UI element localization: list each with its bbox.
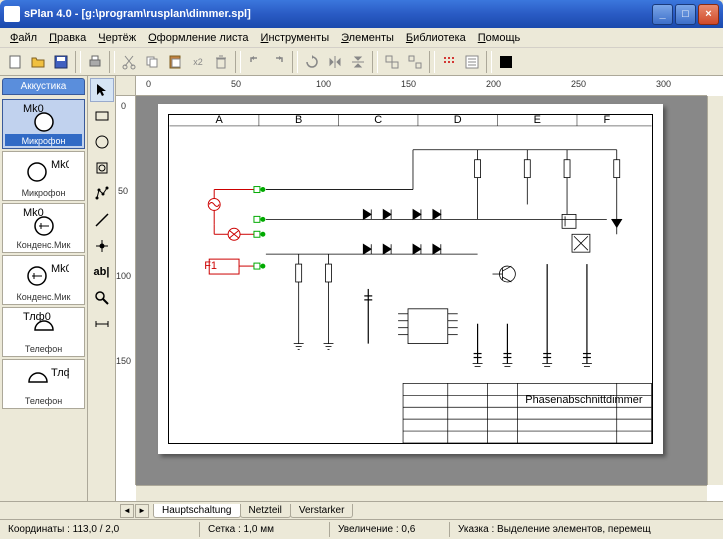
svg-text:A: A (216, 115, 224, 126)
circle-tool[interactable] (90, 130, 114, 154)
menu-elements[interactable]: Элементы (335, 30, 400, 46)
rect-tool[interactable] (90, 104, 114, 128)
save-button[interactable] (50, 51, 72, 73)
tab-next-button[interactable]: ► (135, 504, 149, 518)
status-zoom: Увеличение : 0,6 (330, 522, 450, 537)
canvas-area: 0 50 100 150 200 250 300 0 50 100 150 A B… (116, 76, 723, 501)
polygon-tool[interactable] (90, 182, 114, 206)
statusbar: Координаты : 113,0 / 2,0 Сетка : 1,0 мм … (0, 519, 723, 539)
menu-edit[interactable]: Правка (43, 30, 92, 46)
canvas[interactable]: A B C D E F (136, 96, 707, 485)
library-tab[interactable]: Аккустика (2, 78, 85, 95)
svg-text:F1: F1 (204, 260, 217, 272)
page-tab[interactable]: Netzteil (240, 504, 291, 518)
undo-button[interactable] (244, 51, 266, 73)
mirror-v-button[interactable] (347, 51, 369, 73)
horizontal-scrollbar[interactable] (136, 485, 707, 501)
page-tabs-row: ◄ ► Hauptschaltung Netzteil Verstarker (0, 501, 723, 519)
status-grid: Сетка : 1,0 мм (200, 522, 330, 537)
drawing-page[interactable]: A B C D E F (158, 104, 663, 454)
svg-text:Тлф0: Тлф0 (51, 367, 69, 379)
page-tab[interactable]: Hauptschaltung (153, 504, 241, 518)
snap-button[interactable] (438, 51, 460, 73)
library-panel: Аккустика Mk0 Микрофон Mk0 Микрофон Mk0 … (0, 76, 88, 501)
library-item[interactable]: Mk0 Конденс.Мик (2, 255, 85, 305)
open-button[interactable] (27, 51, 49, 73)
group-button[interactable] (381, 51, 403, 73)
app-icon (4, 6, 20, 22)
titlebar: sPlan 4.0 - [g:\program\rusplan\dimmer.s… (0, 0, 723, 28)
svg-text:Phasenabschnittdimmer: Phasenabschnittdimmer (525, 394, 643, 406)
maximize-button[interactable]: □ (675, 4, 696, 25)
svg-text:E: E (534, 115, 541, 126)
menu-drawing[interactable]: Чертёж (92, 30, 142, 46)
pointer-tool[interactable] (90, 78, 114, 102)
cut-button[interactable] (118, 51, 140, 73)
status-hint: Указка : Выделение элементов, перемещ (450, 522, 723, 537)
delete-button[interactable] (210, 51, 232, 73)
line-tool[interactable] (90, 208, 114, 232)
svg-text:F: F (603, 115, 610, 126)
library-item[interactable]: Тлф0 Телефон (2, 359, 85, 409)
print-button[interactable] (84, 51, 106, 73)
redo-button[interactable] (267, 51, 289, 73)
svg-text:Mk0: Mk0 (51, 159, 69, 171)
rotate-button[interactable] (301, 51, 323, 73)
vertical-scrollbar[interactable] (707, 96, 723, 485)
library-item[interactable]: Mk0 Микрофон (2, 151, 85, 201)
zoom-tool[interactable] (90, 286, 114, 310)
main-toolbar: x2 (0, 48, 723, 76)
tab-prev-button[interactable]: ◄ (120, 504, 134, 518)
mirror-h-button[interactable] (324, 51, 346, 73)
measure-tool[interactable] (90, 312, 114, 336)
props-button[interactable] (461, 51, 483, 73)
svg-text:Mk0: Mk0 (51, 263, 69, 275)
svg-text:D: D (454, 115, 462, 126)
horizontal-ruler: 0 50 100 150 200 250 300 (136, 76, 707, 96)
copy-button[interactable] (141, 51, 163, 73)
menu-library[interactable]: Библиотека (400, 30, 472, 46)
menu-tools[interactable]: Инструменты (255, 30, 336, 46)
library-items: Mk0 Микрофон Mk0 Микрофон Mk0 Конденс.Ми… (0, 97, 87, 501)
node-tool[interactable] (90, 234, 114, 258)
menubar: Файл Правка Чертёж Оформление листа Инст… (0, 28, 723, 48)
duplicate-button[interactable]: x2 (187, 51, 209, 73)
special-tool[interactable] (90, 156, 114, 180)
ruler-corner (116, 76, 136, 96)
library-item[interactable]: Тлф0 Телефон (2, 307, 85, 357)
svg-text:C: C (374, 115, 382, 126)
page-tab[interactable]: Verstarker (290, 504, 354, 518)
vertical-ruler: 0 50 100 150 (116, 96, 136, 485)
window-title: sPlan 4.0 - [g:\program\rusplan\dimmer.s… (24, 8, 652, 20)
close-button[interactable]: × (698, 4, 719, 25)
paste-button[interactable] (164, 51, 186, 73)
schematic-drawing: A B C D E F (169, 115, 652, 443)
color-button[interactable] (495, 51, 517, 73)
status-coords: Координаты : 113,0 / 2,0 (0, 522, 200, 537)
draw-toolbar: ab| (88, 76, 116, 501)
ungroup-button[interactable] (404, 51, 426, 73)
new-button[interactable] (4, 51, 26, 73)
menu-pagesetup[interactable]: Оформление листа (142, 30, 254, 46)
library-item[interactable]: Mk0 Микрофон (2, 99, 85, 149)
text-tool[interactable]: ab| (90, 260, 114, 284)
menu-help[interactable]: Помощь (472, 30, 527, 46)
library-item[interactable]: Mk0 Конденс.Мик (2, 203, 85, 253)
svg-text:B: B (295, 115, 302, 126)
minimize-button[interactable]: _ (652, 4, 673, 25)
menu-file[interactable]: Файл (4, 30, 43, 46)
